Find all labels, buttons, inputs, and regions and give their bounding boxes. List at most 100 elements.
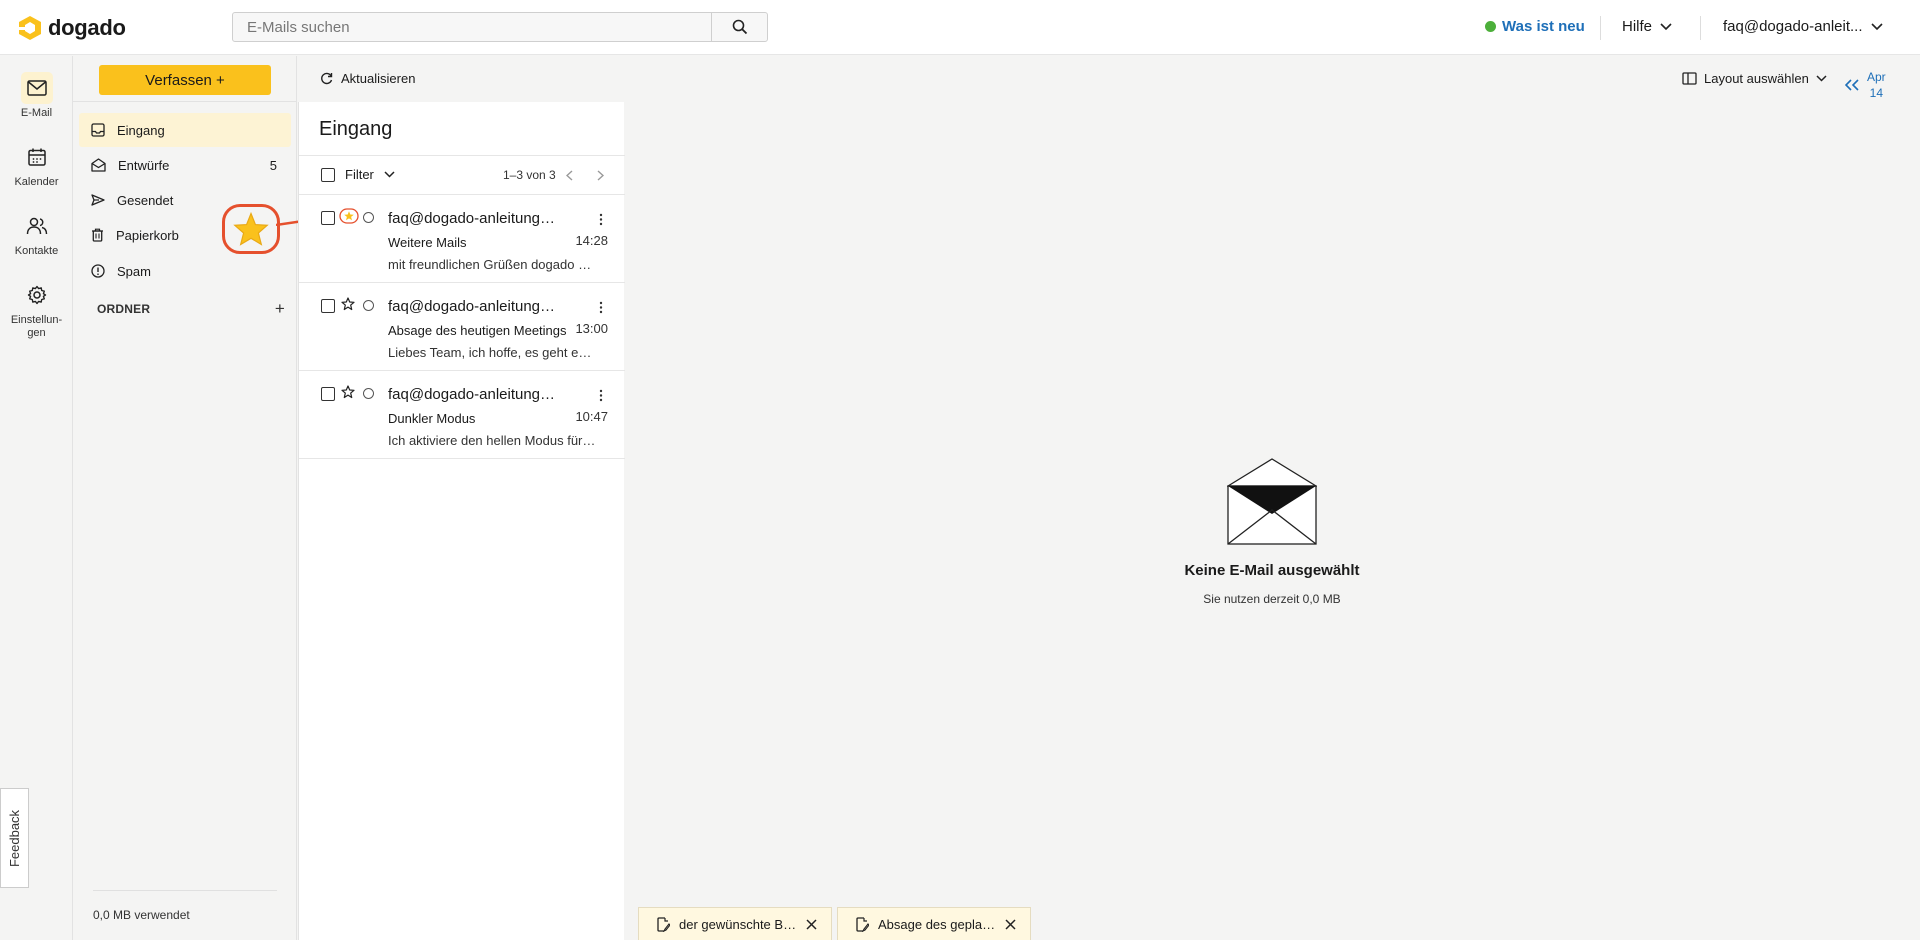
- mail-row[interactable]: faq@dogado-anleitungen.de Weitere Mails …: [299, 195, 625, 283]
- folder-label: Spam: [117, 263, 151, 279]
- layout-columns-icon: [1682, 72, 1697, 85]
- star-filled-icon: [233, 212, 269, 246]
- send-icon: [91, 194, 105, 206]
- rail-item-settings[interactable]: Einstellun-gen: [0, 279, 73, 340]
- more-options-icon[interactable]: [599, 213, 603, 226]
- mail-time: 13:00: [575, 321, 608, 336]
- mail-checkbox[interactable]: [321, 211, 335, 225]
- divider: [93, 890, 277, 891]
- top-bar: dogado Was ist neu Hilfe faq@dogado-anle…: [0, 0, 1920, 55]
- date-day: 14: [1869, 86, 1884, 100]
- mail-row[interactable]: faq@dogado-anleitungen.de Dunkler Modus …: [299, 371, 625, 459]
- account-label: faq@dogado-anleit...: [1723, 18, 1863, 35]
- star-filled-icon[interactable]: [339, 208, 359, 224]
- mail-row[interactable]: faq@dogado-anleitungen.de Absage des heu…: [299, 283, 625, 371]
- mail-sender: faq@dogado-anleitungen.de: [388, 298, 563, 315]
- compose-button[interactable]: Verfassen +: [99, 65, 271, 95]
- calendar-icon: [21, 141, 53, 173]
- chevron-right-icon[interactable]: [597, 169, 604, 181]
- more-options-icon[interactable]: [599, 301, 603, 314]
- close-icon[interactable]: [806, 918, 817, 930]
- ordner-label: ORDNER: [97, 302, 151, 316]
- search-button[interactable]: [711, 13, 767, 41]
- star-outline-icon[interactable]: [341, 385, 355, 399]
- filter-label[interactable]: Filter: [345, 167, 374, 182]
- folder-label: Gesendet: [117, 192, 174, 208]
- edit-document-icon: [657, 916, 670, 932]
- feedback-tab[interactable]: Feedback: [0, 788, 29, 888]
- draft-label: der gewünschte Bericht: [679, 916, 797, 932]
- logo[interactable]: dogado: [18, 15, 126, 41]
- draft-label: Absage des geplanten Meetings: [878, 916, 996, 932]
- chevron-down-icon: [1870, 22, 1883, 30]
- dogado-logo-icon: [19, 16, 41, 40]
- refresh-label: Aktualisieren: [341, 71, 416, 86]
- chevron-down-icon[interactable]: [384, 171, 395, 178]
- calendar-collapse[interactable]: Apr 14: [1845, 69, 1886, 101]
- folder-drafts[interactable]: Entwürfe 5: [79, 148, 291, 182]
- mail-sender: faq@dogado-anleitungen.de: [388, 386, 563, 403]
- unread-marker-icon[interactable]: [363, 300, 374, 311]
- mail-preview: mit freundlichen Grüßen dogado Support: [388, 257, 598, 272]
- divider: [73, 101, 297, 102]
- drafts-envelope-icon: [91, 158, 106, 172]
- mail-subject: Dunkler Modus: [388, 411, 476, 426]
- rail-item-email[interactable]: E-Mail: [0, 72, 73, 120]
- star-outline-icon[interactable]: [341, 297, 355, 311]
- rail-label: Einstellun-gen: [10, 314, 63, 339]
- refresh-icon: [321, 72, 333, 85]
- list-title: Eingang: [319, 118, 393, 140]
- rail-item-contacts[interactable]: Kontakte: [0, 210, 73, 258]
- help-menu[interactable]: Hilfe: [1622, 18, 1672, 35]
- online-dot-icon: [1485, 21, 1496, 32]
- list-toolbar: Filter 1–3 von 3: [299, 155, 625, 195]
- contacts-icon: [21, 210, 53, 242]
- folder-spam[interactable]: Spam: [79, 254, 291, 288]
- folder-inbox[interactable]: Eingang: [79, 113, 291, 147]
- chevron-down-icon: [1816, 75, 1827, 82]
- unread-marker-icon[interactable]: [363, 212, 374, 223]
- mail-checkbox[interactable]: [321, 299, 335, 313]
- mail-icon: [20, 72, 53, 104]
- select-all-checkbox[interactable]: [321, 167, 335, 182]
- mail-time: 14:28: [575, 233, 608, 248]
- refresh-button[interactable]: Aktualisieren: [320, 71, 415, 86]
- date-month: Apr: [1867, 70, 1886, 84]
- pager-label: 1–3 von 3: [503, 168, 556, 182]
- unread-marker-icon[interactable]: [363, 388, 374, 399]
- folder-label: Papierkorb: [116, 227, 179, 243]
- rail-label: E-Mail: [20, 107, 53, 119]
- annotation-highlight: [222, 204, 280, 254]
- more-options-icon[interactable]: [599, 389, 603, 402]
- chevron-down-icon: [1660, 22, 1672, 30]
- mail-preview: Ich aktiviere den hellen Modus für dich: [388, 433, 598, 448]
- storage-usage: 0,0 MB verwendet: [93, 908, 190, 922]
- mail-checkbox[interactable]: [321, 387, 335, 401]
- draft-tab[interactable]: Absage des geplanten Meetings: [837, 907, 1031, 940]
- compose-label: Verfassen +: [145, 71, 225, 89]
- layout-label: Layout auswählen: [1704, 71, 1809, 86]
- close-icon[interactable]: [1005, 918, 1016, 930]
- alert-circle-icon: [91, 264, 105, 278]
- search-input[interactable]: [233, 13, 711, 41]
- mail-list-panel: Eingang Filter 1–3 von 3 faq@dogado-anle…: [298, 102, 625, 940]
- mail-sender: faq@dogado-anleitungen.de: [388, 210, 563, 227]
- layout-select[interactable]: Layout auswählen: [1682, 71, 1827, 86]
- inbox-icon: [91, 123, 105, 137]
- feedback-label: Feedback: [7, 809, 22, 867]
- draft-tab[interactable]: der gewünschte Bericht: [638, 907, 832, 940]
- account-menu[interactable]: faq@dogado-anleit...: [1723, 18, 1883, 35]
- chevron-left-icon[interactable]: [565, 169, 573, 181]
- pagination: 1–3 von 3: [503, 168, 604, 182]
- search-icon: [732, 19, 747, 35]
- rail-item-calendar[interactable]: Kalender: [0, 141, 73, 189]
- help-label: Hilfe: [1622, 18, 1653, 35]
- whats-new-link[interactable]: Was ist neu: [1485, 18, 1585, 35]
- empty-title: Keine E-Mail ausgewählt: [1184, 562, 1360, 579]
- folder-sidebar: Verfassen + Eingang Entwürfe 5 Gesendet …: [73, 56, 297, 940]
- add-folder-button[interactable]: +: [275, 300, 285, 317]
- edit-document-icon: [856, 916, 869, 932]
- brand-name: dogado: [48, 15, 126, 40]
- mini-date: Apr 14: [1867, 69, 1886, 101]
- mail-subject: Absage des heutigen Meetings: [388, 323, 567, 338]
